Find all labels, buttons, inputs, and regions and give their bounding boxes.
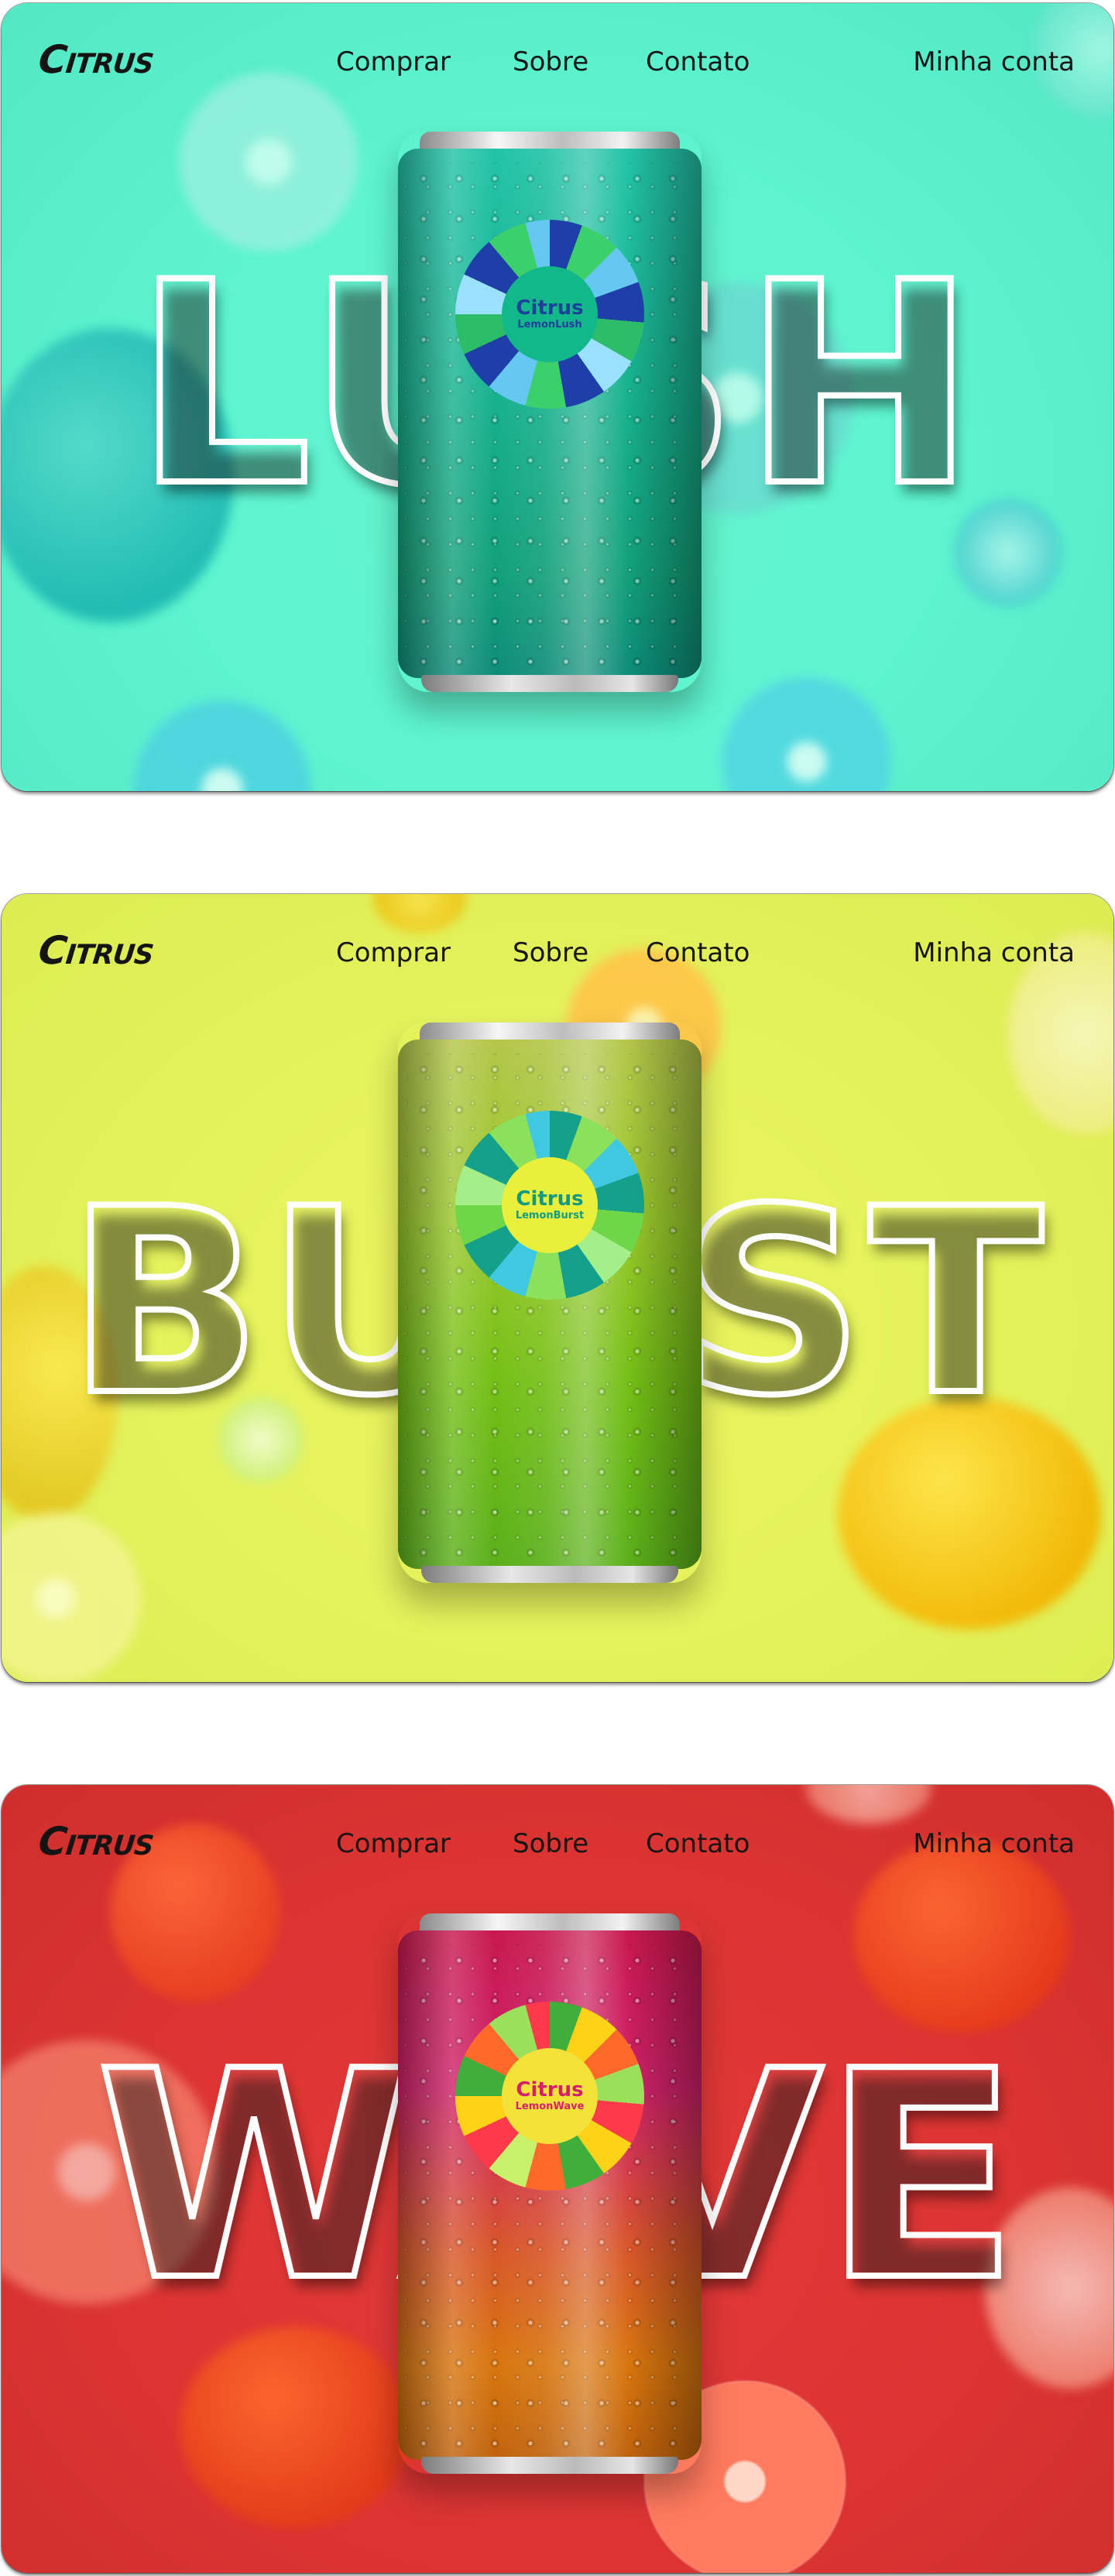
can-flavor-text: LemonBurst <box>515 1210 585 1222</box>
nav-comprar[interactable]: Comprar <box>336 1828 451 1859</box>
can-bottom-rim <box>421 675 678 692</box>
can-bottom-rim <box>421 1566 678 1583</box>
nav-sobre[interactable]: Sobre <box>513 937 588 968</box>
top-navbar: Citrus Comprar Sobre Contato Minha conta <box>2 3 1113 111</box>
nav-comprar[interactable]: Comprar <box>336 937 451 968</box>
product-can-lemonwave[interactable]: Citrus LemonWave <box>398 1913 702 2474</box>
citrus-logo[interactable]: Citrus <box>36 37 156 82</box>
can-brand-text: Citrus <box>516 2078 584 2102</box>
hero-panel-burst: Citrus Comprar Sobre Contato Minha conta… <box>2 894 1113 1682</box>
product-can-lemonlush[interactable]: Citrus LemonLush <box>398 132 702 692</box>
hero-panel-lush: Citrus Comprar Sobre Contato Minha conta… <box>2 3 1113 791</box>
nav-minha-conta[interactable]: Minha conta <box>913 937 1075 968</box>
nav-contato[interactable]: Contato <box>646 1828 750 1859</box>
nav-comprar[interactable]: Comprar <box>336 46 451 77</box>
citrus-logo[interactable]: Citrus <box>36 928 156 973</box>
nav-contato[interactable]: Contato <box>646 937 750 968</box>
badge-center: Citrus LemonLush <box>502 266 598 362</box>
hero-panel-wave: Citrus Comprar Sobre Contato Minha conta… <box>2 1785 1113 2573</box>
can-label-badge: Citrus LemonWave <box>455 2002 644 2191</box>
nav-minha-conta[interactable]: Minha conta <box>913 1828 1075 1859</box>
can-label-badge: Citrus LemonLush <box>455 220 644 409</box>
badge-center: Citrus LemonWave <box>502 2048 598 2144</box>
orange-decoration <box>180 2327 412 2528</box>
citrus-logo[interactable]: Citrus <box>36 1819 156 1864</box>
can-flavor-text: LemonWave <box>515 2101 585 2113</box>
can-brand-text: Citrus <box>516 296 584 320</box>
badge-center: Citrus LemonBurst <box>502 1157 598 1253</box>
product-can-lemonburst[interactable]: Citrus LemonBurst <box>398 1023 702 1583</box>
nav-sobre[interactable]: Sobre <box>513 46 588 77</box>
top-navbar: Citrus Comprar Sobre Contato Minha conta <box>2 1785 1113 1893</box>
nav-sobre[interactable]: Sobre <box>513 1828 588 1859</box>
can-brand-text: Citrus <box>516 1187 584 1211</box>
nav-contato[interactable]: Contato <box>646 46 750 77</box>
nav-minha-conta[interactable]: Minha conta <box>913 46 1075 77</box>
top-navbar: Citrus Comprar Sobre Contato Minha conta <box>2 894 1113 1002</box>
can-flavor-text: LemonLush <box>517 319 582 331</box>
can-label-badge: Citrus LemonBurst <box>455 1111 644 1300</box>
can-bottom-rim <box>421 2457 678 2474</box>
